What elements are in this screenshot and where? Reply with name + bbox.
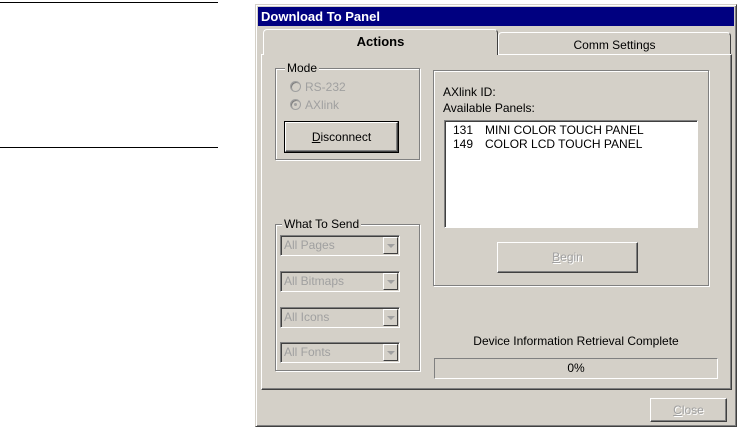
tab-comm-settings[interactable]: Comm Settings xyxy=(498,32,731,54)
progress-bar: 0% xyxy=(434,358,718,379)
disconnect-button[interactable]: Disconnect xyxy=(284,121,399,153)
left-rule-top xyxy=(0,2,218,3)
send-icons-select[interactable]: All Icons xyxy=(280,307,400,328)
panel-id: 131 xyxy=(453,123,474,137)
close-rest: lose xyxy=(681,403,704,417)
panel-name: MINI COLOR TOUCH PANEL xyxy=(485,123,644,137)
chevron-down-icon[interactable] xyxy=(383,309,398,326)
send-icons-value: All Icons xyxy=(284,310,330,324)
list-item[interactable]: 131 MINI COLOR TOUCH PANEL xyxy=(453,123,697,137)
radio-rs232-circle[interactable] xyxy=(290,81,301,92)
axlink-id-label: AXlink ID: xyxy=(443,85,496,99)
chevron-down-icon[interactable] xyxy=(383,344,398,361)
send-bitmaps-value: All Bitmaps xyxy=(284,274,345,288)
send-fonts-value: All Fonts xyxy=(284,345,331,359)
close-accel: C xyxy=(673,403,682,417)
send-bitmaps-select[interactable]: All Bitmaps xyxy=(280,271,400,292)
chevron-down-icon[interactable] xyxy=(383,273,398,290)
dialog-title: Download To Panel xyxy=(258,7,734,26)
radio-axlink[interactable]: AXlink xyxy=(290,97,339,113)
close-button[interactable]: Close xyxy=(650,398,727,422)
progress-text: 0% xyxy=(567,361,585,375)
radio-rs232[interactable]: RS-232 xyxy=(290,79,346,95)
list-item[interactable]: 149 COLOR LCD TOUCH PANEL xyxy=(453,137,697,151)
mode-legend: Mode xyxy=(285,61,320,75)
begin-accel: B xyxy=(552,250,561,264)
what-to-send-legend: What To Send xyxy=(282,217,362,231)
disconnect-rest: isconnect xyxy=(320,130,372,144)
available-panels-list[interactable]: 131 MINI COLOR TOUCH PANEL 149 COLOR LCD… xyxy=(444,120,698,228)
chevron-down-icon[interactable] xyxy=(383,237,398,254)
panel-name: COLOR LCD TOUCH PANEL xyxy=(485,137,643,151)
radio-rs232-label: RS-232 xyxy=(305,80,346,94)
panel-id: 149 xyxy=(453,137,474,151)
send-pages-value: All Pages xyxy=(284,238,335,252)
status-message: Device Information Retrieval Complete xyxy=(473,334,679,348)
left-rule-bottom xyxy=(0,147,218,148)
begin-button[interactable]: Begin xyxy=(497,242,638,273)
tab-actions[interactable]: Actions xyxy=(263,29,498,55)
radio-axlink-circle[interactable] xyxy=(290,99,301,110)
begin-rest: egin xyxy=(560,250,583,264)
send-pages-select[interactable]: All Pages xyxy=(280,235,400,256)
available-panels-label: Available Panels: xyxy=(443,101,535,115)
radio-axlink-label: AXlink xyxy=(305,98,340,112)
send-fonts-select[interactable]: All Fonts xyxy=(280,342,400,363)
